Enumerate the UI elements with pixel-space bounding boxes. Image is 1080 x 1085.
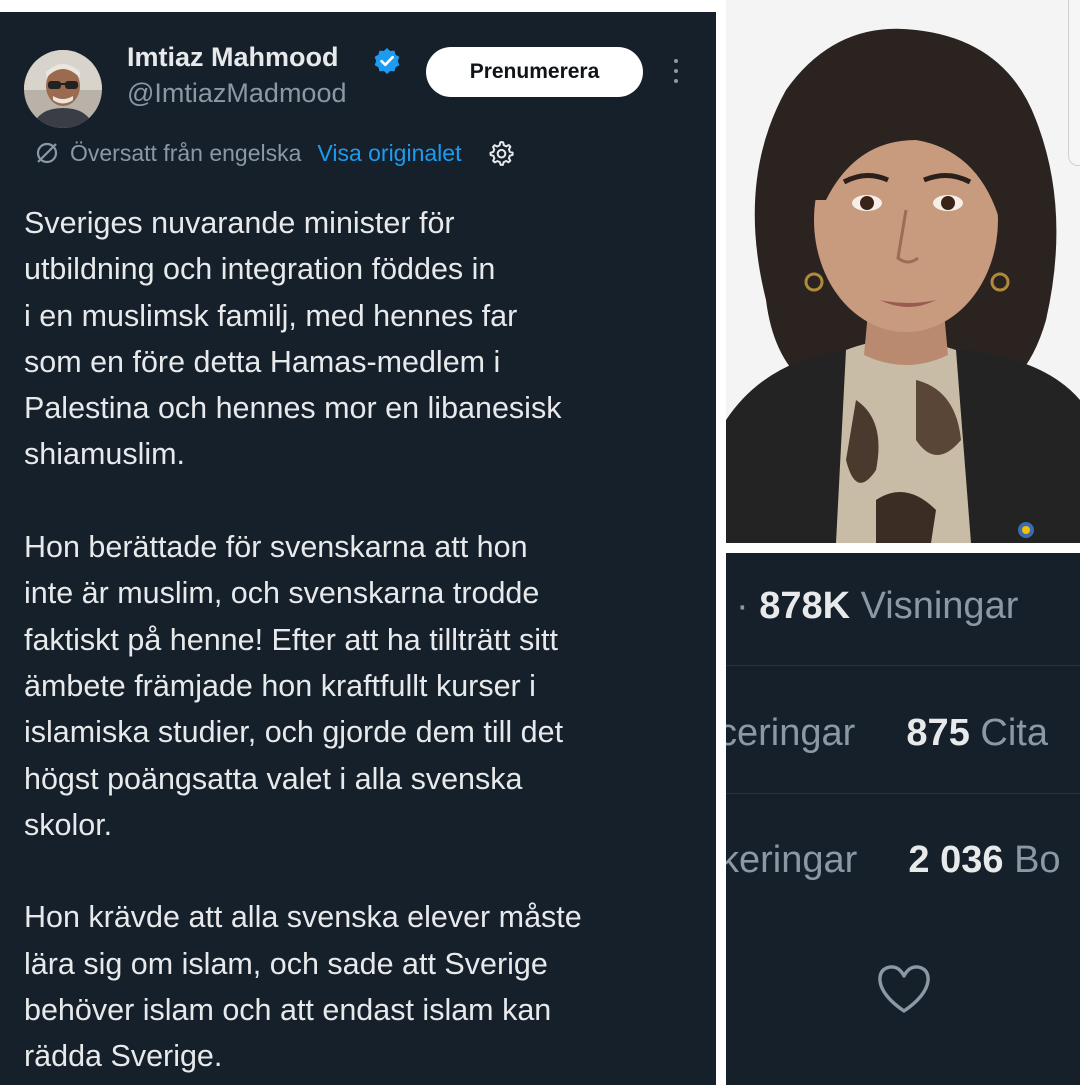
more-vertical-icon[interactable]: [670, 56, 682, 90]
portrait-photo: [726, 0, 1080, 543]
heart-icon[interactable]: [876, 963, 932, 1015]
divider: [726, 665, 1080, 666]
tweet-paragraph-2: Hon berättade för svenskarna att hon int…: [24, 530, 564, 842]
show-original-link[interactable]: Visa originalet: [317, 140, 461, 167]
tweet-paragraph-1: Sveriges nuvarande minister för utbildni…: [24, 206, 562, 472]
bookmarks-label-fragment: Bo: [1014, 839, 1061, 881]
translation-label: Översatt från engelska: [70, 139, 302, 166]
divider: [726, 793, 1080, 794]
reposts-label-fragment: ceringar: [726, 712, 856, 754]
quotes-stat[interactable]: ceringar 875 Cita: [726, 712, 1048, 755]
bookmarks-stat[interactable]: keringar 2 036 Bo: [726, 839, 1061, 882]
tweet-panel: Imtiaz Mahmood @ImtiazMadmood Prenumerer…: [0, 12, 716, 1085]
views-prefix: ·: [736, 585, 749, 627]
views-label: Visningar: [860, 585, 1019, 627]
likes-label-fragment: keringar: [726, 839, 858, 881]
translation-bar: Översatt från engelska Visa originalet: [34, 138, 515, 168]
bookmarks-value: 2 036: [908, 839, 1004, 881]
verified-badge-icon: [373, 47, 401, 75]
gear-icon[interactable]: [487, 139, 515, 167]
tweet-body: Sveriges nuvarande minister för utbildni…: [24, 200, 704, 1080]
tweet-paragraph-3: Hon krävde att alla svenska elever måste…: [24, 900, 582, 1074]
author-handle[interactable]: @ImtiazMadmood: [127, 78, 346, 109]
stats-panel: · 878K Visningar ceringar 875 Cita kerin…: [726, 553, 1080, 1085]
subscribe-button[interactable]: Prenumerera: [426, 47, 643, 97]
avatar[interactable]: [24, 50, 102, 128]
quotes-value: 875: [906, 712, 970, 754]
scroll-edge: [1068, 0, 1080, 166]
quotes-label-fragment: Cita: [980, 712, 1048, 754]
views-stat[interactable]: · 878K Visningar: [736, 585, 1018, 628]
author-name[interactable]: Imtiaz Mahmood: [127, 42, 339, 73]
translate-icon: [36, 142, 58, 164]
views-value: 878K: [759, 585, 851, 627]
